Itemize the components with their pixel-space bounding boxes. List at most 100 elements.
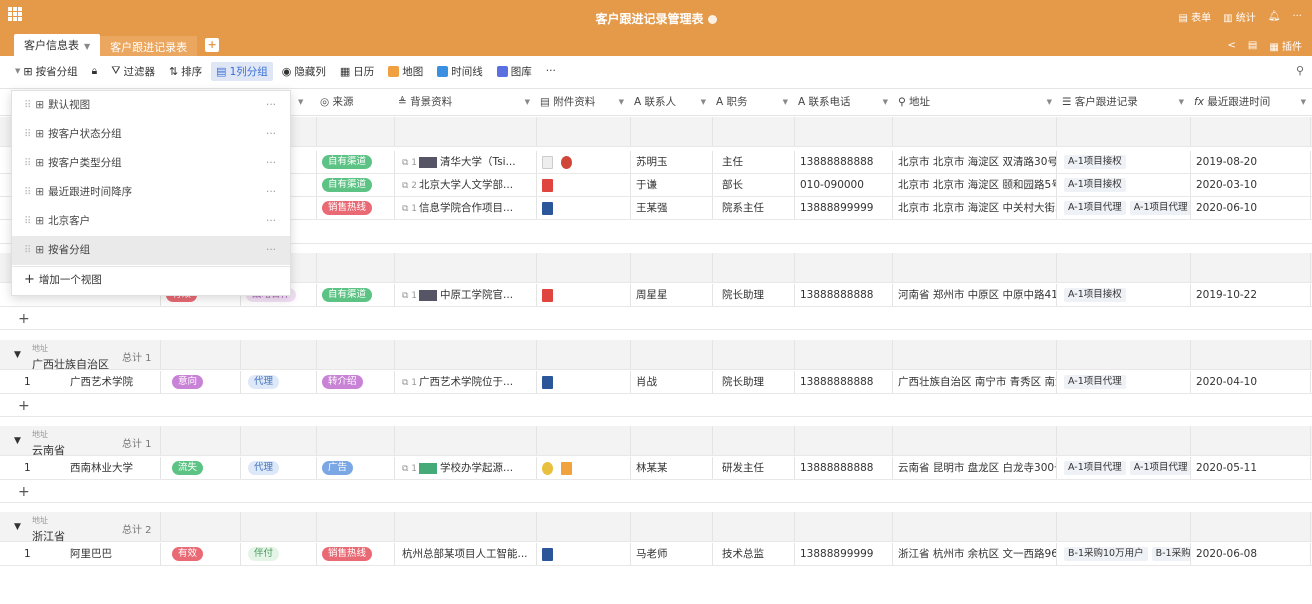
- more-icon[interactable]: ···: [266, 91, 276, 120]
- doc-icon[interactable]: [542, 375, 553, 389]
- divider: [892, 253, 893, 282]
- divider: [394, 371, 395, 393]
- more-icon[interactable]: ···: [266, 236, 276, 265]
- view-item[interactable]: ⠿ ⊞ 按省分组 ···: [12, 236, 290, 265]
- view-item[interactable]: ⠿ ⊞ 按客户状态分组 ···: [12, 120, 290, 149]
- drag-handle-icon[interactable]: ⠿: [24, 100, 31, 111]
- bell-icon[interactable]: 🔔︎: [1268, 11, 1281, 22]
- column-header-records[interactable]: ☰ 客户跟进记录 ▼: [1058, 89, 1188, 115]
- drag-handle-icon[interactable]: ⠿: [24, 158, 31, 169]
- view-item[interactable]: ⠿ ⊞ 北京客户 ···: [12, 207, 290, 236]
- lock-button[interactable]: 🔒︎: [87, 63, 103, 80]
- divider: [394, 197, 395, 219]
- divider: [892, 426, 893, 455]
- divider: [794, 543, 795, 565]
- timeline-button[interactable]: 时间线: [432, 62, 488, 81]
- drag-handle-icon[interactable]: ⠿: [24, 129, 31, 140]
- add-row[interactable]: +: [0, 481, 1312, 503]
- more-icon[interactable]: ···: [266, 149, 276, 178]
- collapse-icon[interactable]: ▼: [14, 350, 21, 360]
- drag-handle-icon[interactable]: ⠿: [24, 245, 31, 256]
- group-button[interactable]: ▤ 1列分组: [211, 61, 273, 81]
- collapse-icon[interactable]: ▼: [14, 522, 21, 532]
- gallery-button[interactable]: 图库: [492, 62, 537, 81]
- divider: [160, 512, 161, 541]
- attachment-icon[interactable]: [542, 155, 553, 169]
- more-icon[interactable]: ···: [266, 207, 276, 236]
- table-icon: ⊞: [35, 99, 45, 111]
- group-header-row[interactable]: ▼ 地址 广西壮族自治区 总计 1: [0, 340, 1312, 371]
- divider: [536, 117, 537, 146]
- divider: [536, 151, 537, 173]
- divider: [1310, 371, 1311, 393]
- map-icon: [388, 65, 400, 77]
- more-icon[interactable]: ···: [1292, 11, 1302, 22]
- pdf-icon[interactable]: [542, 288, 553, 302]
- tab-followup[interactable]: 客户跟进记录表: [100, 36, 198, 56]
- divider: [536, 174, 537, 196]
- chevron-down-icon: ▼: [15, 67, 21, 75]
- calendar-button[interactable]: ▦ 日历: [335, 62, 379, 81]
- add-row[interactable]: +: [0, 395, 1312, 417]
- form-button[interactable]: ▤ 表单: [1178, 9, 1211, 24]
- image-attachment-icon[interactable]: [561, 461, 572, 475]
- col-chevron[interactable]: ▼: [290, 89, 314, 115]
- view-switcher[interactable]: ▼ ⊞ 按省分组: [10, 62, 83, 81]
- divider: [1310, 197, 1311, 219]
- view-item[interactable]: ⠿ ⊞ 默认视图 ···: [12, 91, 290, 120]
- column-header-title[interactable]: A 职务 ▼: [712, 89, 792, 115]
- sort-button[interactable]: ⇅ 排序: [164, 62, 207, 81]
- table-row[interactable]: 1 西南林业大学 流失 代理 广告 ⧉ 1 学校办学起源... 林某某 研发主任 13888888…: [0, 457, 1312, 480]
- add-view-button[interactable]: + 增加一个视图: [24, 272, 102, 287]
- table-row[interactable]: 1 阿里巴巴 有效 伴付 销售热线 杭州总部某项目人工智能... 马老师 技术总监 138888…: [0, 543, 1312, 566]
- search-icon[interactable]: ⚲: [1296, 64, 1304, 77]
- divider: [712, 117, 713, 146]
- column-header-background[interactable]: ≜ 背景资料 ▼: [394, 89, 534, 115]
- divider: [316, 426, 317, 455]
- group-header-row[interactable]: ▼ 地址 浙江省 总计 2: [0, 512, 1312, 543]
- attachment-icon[interactable]: [542, 201, 553, 215]
- divider: [712, 426, 713, 455]
- hide-columns-button[interactable]: ◉ 隐藏列: [277, 62, 331, 81]
- column-header-contact[interactable]: A 联系人 ▼: [630, 89, 710, 115]
- doc-icon[interactable]: ▤: [1248, 40, 1257, 51]
- more-icon[interactable]: ···: [266, 178, 276, 207]
- add-sheet-button[interactable]: +: [205, 38, 220, 52]
- column-header-phone[interactable]: A 联系电话 ▼: [794, 89, 892, 115]
- add-row[interactable]: +: [0, 308, 1312, 330]
- divider: [536, 253, 537, 282]
- table-row[interactable]: 1 广西艺术学院 意向 代理 转介绍 ⧉ 1 广西艺术学院位于... 肖战 院长助理 138888…: [0, 371, 1312, 394]
- divider: [892, 197, 893, 219]
- collapse-icon[interactable]: ▼: [14, 436, 21, 446]
- doc-icon[interactable]: [542, 547, 553, 561]
- image-attachment-icon[interactable]: [542, 461, 553, 475]
- attachment-icon[interactable]: [561, 155, 572, 169]
- column-header-attachment[interactable]: ▤ 附件资料 ▼: [536, 89, 628, 115]
- column-header-lastdate[interactable]: fx 最近跟进时间 ▼: [1190, 89, 1310, 115]
- group-header-row[interactable]: ▼ 地址 云南省 总计 1: [0, 426, 1312, 457]
- plugin-button[interactable]: ▦ 插件: [1269, 38, 1302, 53]
- sort-icon: ⇅: [168, 64, 179, 78]
- info-icon[interactable]: [707, 15, 717, 24]
- filter-button[interactable]: ⛛ 过滤器: [106, 62, 160, 81]
- divider: [630, 284, 631, 306]
- divider: [394, 284, 395, 306]
- divider: [1310, 512, 1311, 541]
- attachment-icon[interactable]: [542, 178, 553, 192]
- divider: [794, 174, 795, 196]
- share-icon[interactable]: <: [1228, 40, 1236, 51]
- tab-customer-info[interactable]: 客户信息表 ▼: [14, 34, 101, 56]
- drag-handle-icon[interactable]: ⠿: [24, 187, 31, 198]
- column-header-address[interactable]: ⚲ 地址 ▼: [894, 89, 1056, 115]
- map-button[interactable]: 地图: [383, 62, 428, 81]
- toolbar-more[interactable]: ···: [541, 63, 561, 79]
- drag-handle-icon[interactable]: ⠿: [24, 216, 31, 227]
- more-icon[interactable]: ···: [266, 120, 276, 149]
- view-item[interactable]: ⠿ ⊞ 最近跟进时间降序 ···: [12, 178, 290, 207]
- column-header-source[interactable]: ◎ 来源: [316, 89, 392, 115]
- divider: [536, 340, 537, 369]
- divider: [160, 543, 161, 565]
- stats-button[interactable]: ▥ 统计: [1223, 9, 1256, 24]
- table-icon: ⊞: [35, 215, 45, 227]
- view-item[interactable]: ⠿ ⊞ 按客户类型分组 ···: [12, 149, 290, 178]
